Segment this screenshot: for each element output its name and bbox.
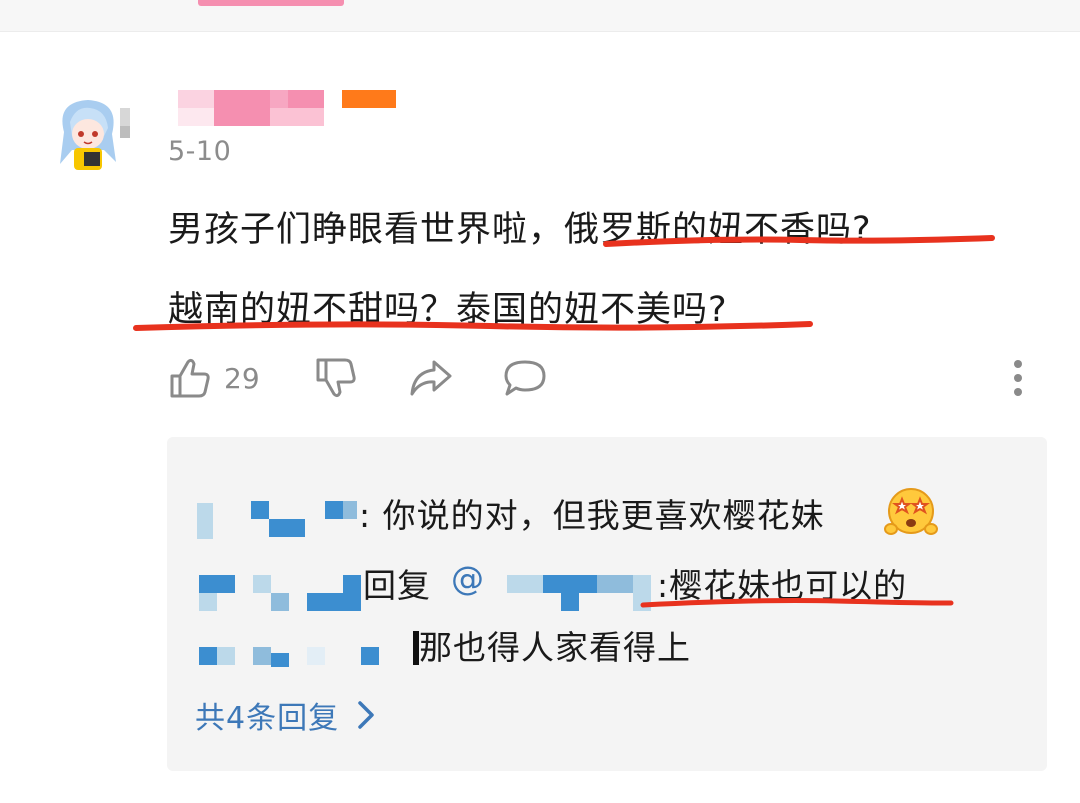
mosaic-block xyxy=(253,647,271,665)
top-divider xyxy=(0,31,1080,32)
mosaic-block xyxy=(307,593,343,611)
mosaic-block xyxy=(633,575,651,611)
user-level-badge xyxy=(342,90,396,108)
comment-actions: 29 xyxy=(0,350,1080,410)
mosaic-block xyxy=(251,501,269,519)
thumbs-down-icon xyxy=(316,358,356,398)
dislike-button[interactable] xyxy=(314,356,358,400)
comment-body: 男孩子们睁眼看世界啦，俄罗斯的妞不香吗? 越南的妞不甜吗？泰国的妞不美吗? xyxy=(168,190,1028,350)
mosaic-block xyxy=(561,593,579,611)
more-vertical-icon xyxy=(1014,360,1022,396)
chevron-right-icon xyxy=(358,701,374,729)
mosaic-block xyxy=(597,575,633,593)
mosaic-block xyxy=(307,647,325,665)
comment-text-highlight: 俄罗斯的妞不香吗? xyxy=(564,210,872,250)
share-icon xyxy=(410,360,452,396)
reply-item-1[interactable]: : 你说的对，但我更喜欢樱花妹 xyxy=(195,488,955,539)
mosaic-block xyxy=(271,593,289,611)
replies-panel: : 你说的对，但我更喜欢樱花妹 回复 @ :樱花妹也可以的 那也得人家看得上 共… xyxy=(167,437,1047,771)
reply-button[interactable] xyxy=(502,356,548,400)
view-all-replies-link[interactable]: 共4条回复 xyxy=(195,693,375,737)
mosaic-block xyxy=(325,501,343,519)
mosaic-block xyxy=(197,503,213,539)
comment-icon xyxy=(504,360,546,396)
mosaic-block xyxy=(253,575,271,593)
reply-2-prefix: 回复 xyxy=(363,566,431,605)
mosaic-block xyxy=(199,575,235,593)
comment-text-plain: 男孩子们睁眼看世界啦， xyxy=(168,210,565,250)
mosaic-block xyxy=(269,519,305,537)
view-all-replies-label: 共4条回复 xyxy=(195,701,340,736)
reply-2-text: :樱花妹也可以的 xyxy=(657,566,908,605)
reply-item-3[interactable]: 那也得人家看得上 xyxy=(195,621,955,671)
mosaic-block xyxy=(343,575,361,611)
comment-date: 5-10 xyxy=(168,136,232,167)
mosaic-block xyxy=(217,647,235,665)
user-avatar[interactable] xyxy=(46,92,130,176)
mosaic-block xyxy=(199,593,217,611)
tab-indicator xyxy=(198,0,344,6)
mosaic-block xyxy=(543,575,597,593)
mosaic-block xyxy=(343,501,357,519)
share-button[interactable] xyxy=(408,356,454,400)
reply-3-text: 那也得人家看得上 xyxy=(419,628,691,667)
reply-2-mention[interactable]: @ xyxy=(451,559,485,598)
top-bar xyxy=(0,0,1080,32)
mosaic-block xyxy=(271,653,289,667)
more-options-button[interactable] xyxy=(1008,358,1028,398)
like-button[interactable]: 29 xyxy=(168,356,260,400)
mosaic-block xyxy=(199,647,217,665)
mosaic-block xyxy=(507,575,543,593)
like-count: 29 xyxy=(224,361,260,395)
username-redacted[interactable] xyxy=(178,90,326,126)
reply-1-text: : 你说的对，但我更喜欢樱花妹 xyxy=(359,496,825,535)
comment-line-2: 越南的妞不甜吗？泰国的妞不美吗? xyxy=(168,290,728,330)
reply-item-2[interactable]: 回复 @ :樱花妹也可以的 xyxy=(195,555,955,611)
anime-avatar-icon xyxy=(60,100,130,170)
thumbs-up-icon xyxy=(170,358,210,398)
comment-line-1: 男孩子们睁眼看世界啦，俄罗斯的妞不香吗? xyxy=(168,190,1028,270)
mosaic-block xyxy=(361,647,379,665)
star-eyes-emoji-icon xyxy=(883,483,939,547)
